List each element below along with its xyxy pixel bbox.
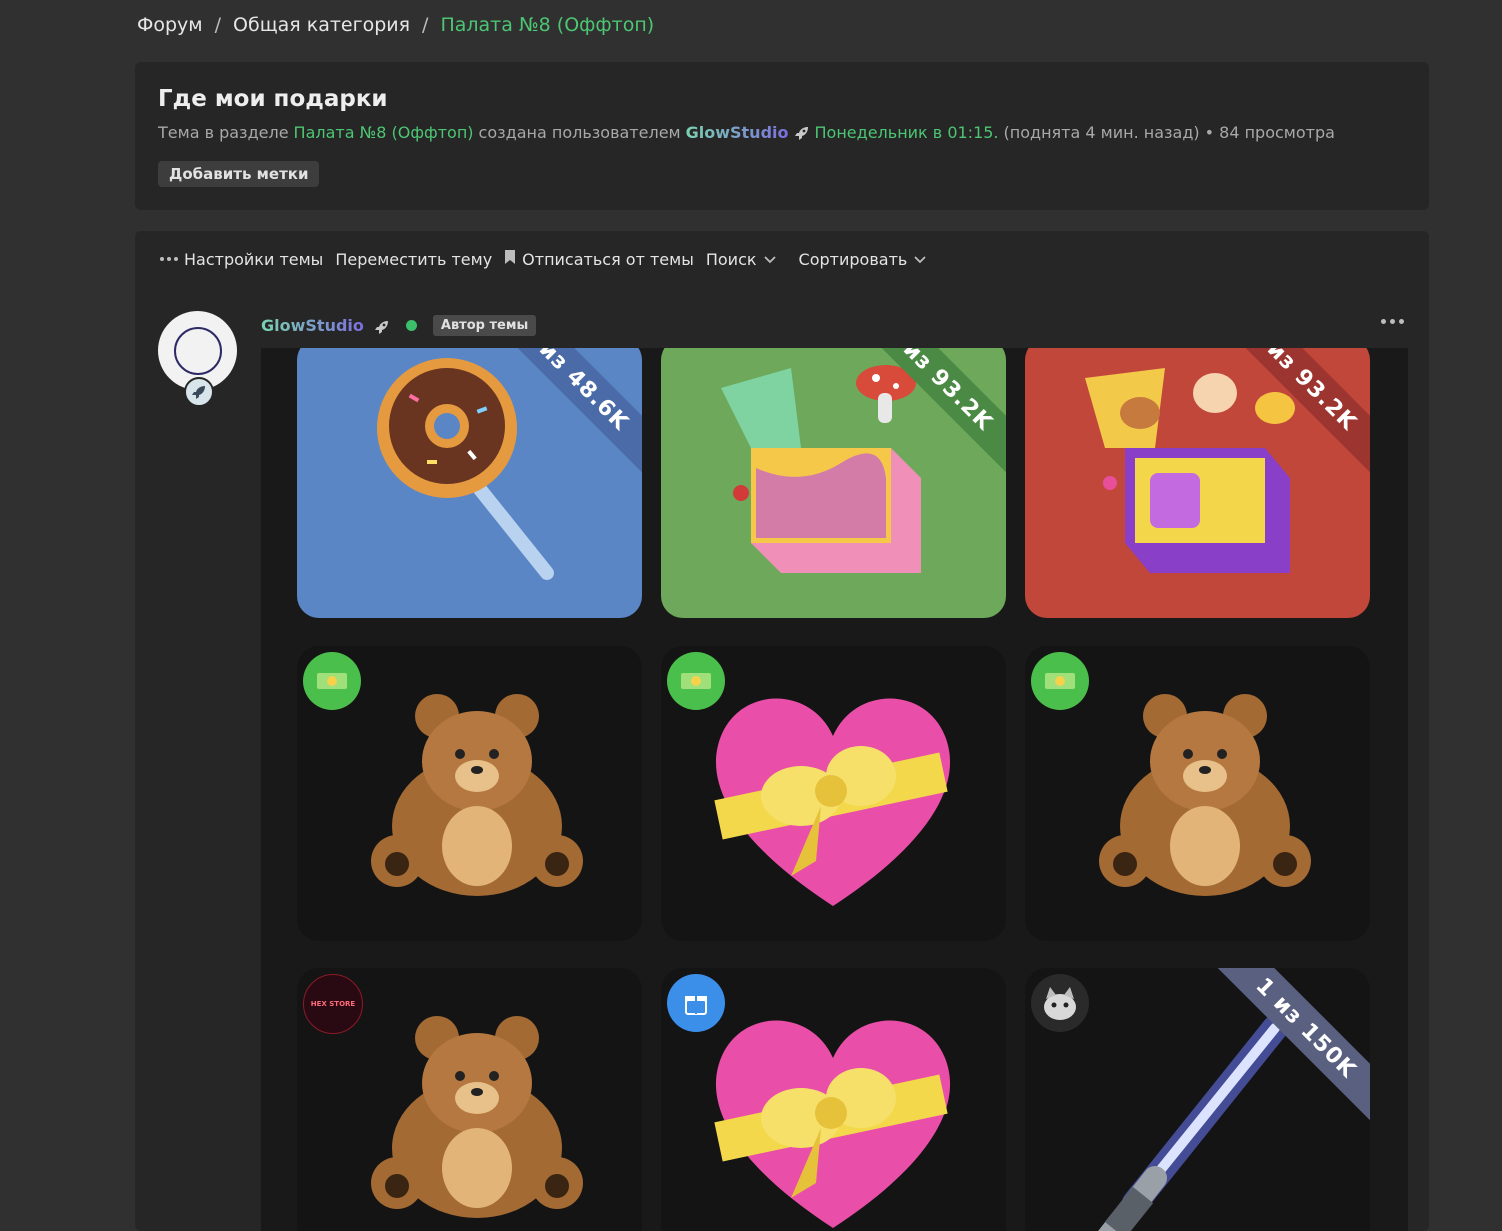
sort-label: Сортировать	[798, 249, 908, 269]
chevron-down-icon	[913, 250, 927, 269]
meta-created-by: создана пользователем	[478, 123, 681, 142]
thread-container: Настройки темы Переместить тему Отписать…	[135, 231, 1429, 1231]
unsubscribe-button[interactable]: Отписаться от темы	[504, 249, 694, 269]
post-menu-button[interactable]	[1381, 319, 1404, 324]
post-header: GlowStudio Автор темы	[261, 315, 537, 336]
search-label: Поиск	[705, 249, 757, 269]
breadcrumb-current[interactable]: Палата №8 (Оффтоп)	[440, 14, 654, 36]
avatar-ring	[173, 326, 222, 375]
stamp-badge-icon	[303, 652, 361, 710]
bookmark-icon	[504, 249, 516, 269]
gift-card-heart[interactable]	[661, 646, 1006, 941]
breadcrumb-general-category[interactable]: Общая категория	[233, 14, 410, 36]
move-topic-button[interactable]: Переместить тему	[335, 250, 492, 269]
rocket-icon	[794, 125, 810, 141]
topic-header: Где мои подарки Тема в разделе Палата №8…	[135, 62, 1429, 210]
hex-store-badge-icon: HEX STORE	[303, 974, 363, 1034]
rocket-icon	[374, 318, 390, 334]
gift-box-badge-icon	[667, 974, 725, 1032]
gift-card-teddy[interactable]	[1025, 646, 1370, 941]
topic-bumped: (поднята 4 мин. назад)	[1003, 123, 1200, 142]
gift-card-lightsaber[interactable]: 1 из 150K	[1025, 968, 1370, 1231]
meta-prefix: Тема в разделе	[158, 123, 289, 142]
move-topic-label: Переместить тему	[335, 249, 493, 269]
search-dropdown[interactable]: Поиск	[706, 250, 777, 269]
cat-avatar-badge-icon	[1031, 974, 1089, 1032]
topic-meta: Тема в разделе Палата №8 (Оффтоп) создан…	[158, 123, 1335, 142]
breadcrumb-separator: /	[214, 14, 222, 36]
page-title: Где мои подарки	[158, 86, 388, 112]
post-author-name[interactable]: GlowStudio	[261, 316, 364, 335]
section-link[interactable]: Палата №8 (Оффтоп)	[294, 123, 474, 142]
thread-toolbar: Настройки темы Переместить тему Отписать…	[160, 249, 927, 269]
more-dots-icon	[160, 257, 178, 261]
stamp-badge-icon	[667, 652, 725, 710]
stamp-badge-icon	[1031, 652, 1089, 710]
topic-views: • 84 просмотра	[1204, 123, 1335, 142]
topic-settings-button[interactable]: Настройки темы	[160, 250, 323, 269]
author-badge: Автор темы	[432, 315, 537, 336]
gift-card-thumbs-box[interactable]: из 93.2K	[1025, 348, 1370, 618]
unsubscribe-label: Отписаться от темы	[522, 249, 694, 269]
topic-settings-label: Настройки темы	[184, 249, 324, 269]
gift-card-jack-in-box[interactable]: из 93.2K	[661, 348, 1006, 618]
rocket-badge-icon	[184, 377, 214, 407]
sort-dropdown[interactable]: Сортировать	[799, 250, 928, 269]
topic-date[interactable]: Понедельник в 01:15.	[815, 123, 999, 142]
chevron-down-icon	[763, 250, 777, 269]
gift-card-teddy[interactable]: HEX STORE	[297, 968, 642, 1231]
gift-card-donut[interactable]: из 48.6K	[297, 348, 642, 618]
gift-card-teddy[interactable]	[297, 646, 642, 941]
breadcrumb: Форум / Общая категория / Палата №8 (Офф…	[137, 14, 654, 36]
hex-store-label: HEX STORE	[310, 1000, 356, 1008]
gift-card-heart[interactable]	[661, 968, 1006, 1231]
gift-grid: из 48.6K из 93.2K из 93.2K HEX STORE 1 и…	[261, 348, 1408, 1231]
author-link[interactable]: GlowStudio	[686, 123, 789, 142]
breadcrumb-separator: /	[422, 14, 429, 36]
breadcrumb-forum[interactable]: Форум	[137, 14, 203, 36]
add-tags-button[interactable]: Добавить метки	[158, 161, 320, 187]
online-status-dot	[405, 320, 417, 331]
